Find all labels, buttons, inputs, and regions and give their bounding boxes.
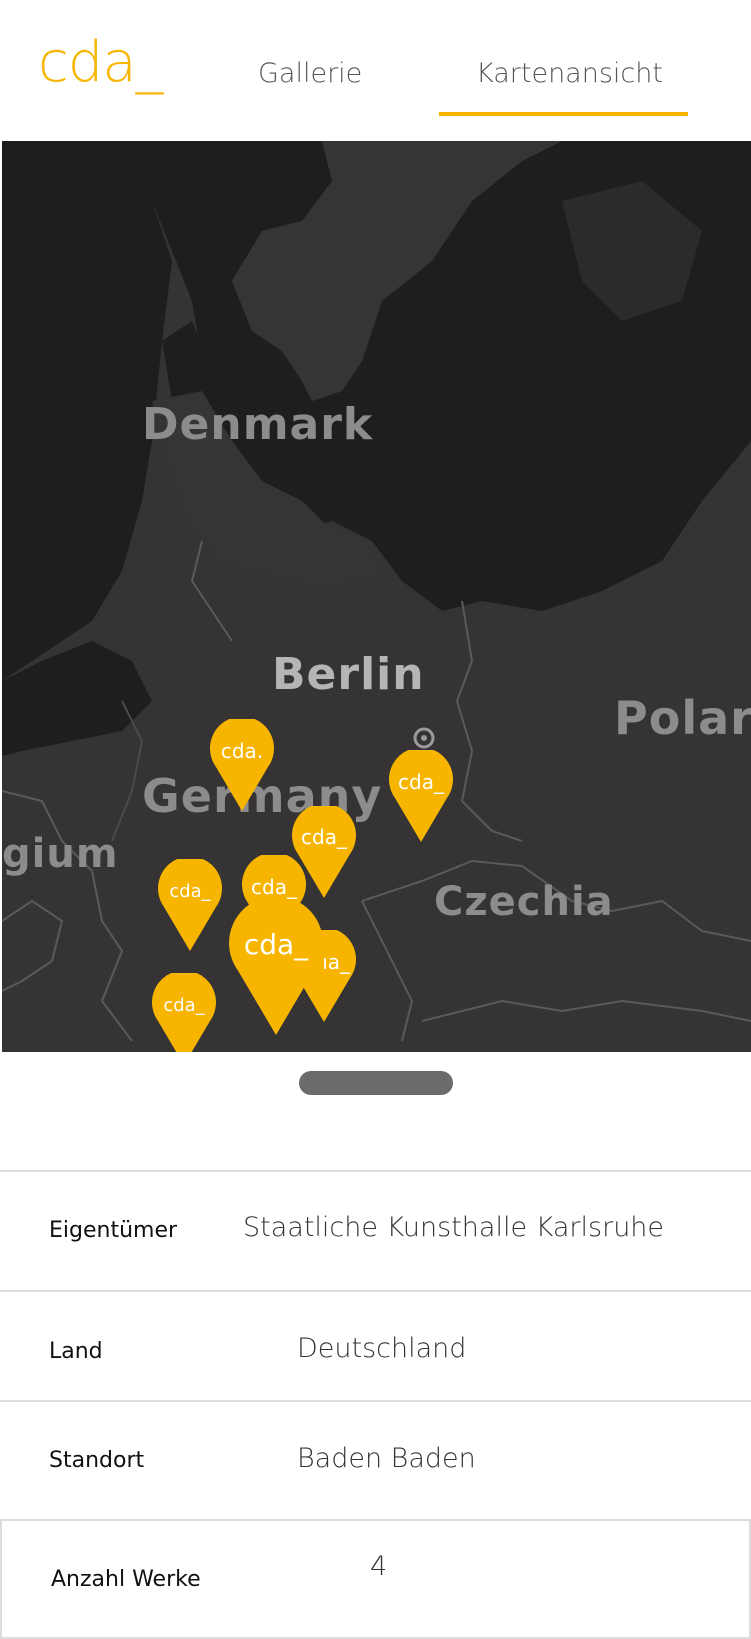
- detail-row-owner: Eigentümer Staatliche Kunsthalle Karlsru…: [0, 1170, 751, 1290]
- works-count-value: 4: [370, 1551, 388, 1582]
- map-label-belgium: gium: [2, 831, 119, 877]
- app-header: cda_ Gallerie Kartenansicht: [0, 0, 751, 141]
- location-value: Baden Baden: [297, 1443, 476, 1474]
- map-pin[interactable]: cda_: [389, 750, 453, 842]
- map-view[interactable]: Denmark Berlin Germany Polar gium Czechi…: [2, 141, 751, 1052]
- app-logo[interactable]: cda_: [38, 30, 164, 95]
- map-pin-large[interactable]: cda_: [229, 900, 323, 1035]
- bottom-sheet-header: [0, 1052, 751, 1170]
- owner-value: Staatliche Kunsthalle Karlsruhe: [243, 1212, 665, 1243]
- map-pin[interactable]: cda_: [158, 859, 222, 951]
- map-label-poland: Polar: [614, 691, 751, 745]
- detail-row-country: Land Deutschland: [0, 1290, 751, 1400]
- location-label: Standort: [49, 1448, 145, 1473]
- map-pin[interactable]: cda.: [210, 719, 274, 811]
- country-value: Deutschland: [297, 1333, 467, 1364]
- map-label-berlin: Berlin: [272, 649, 425, 700]
- tab-gallerie[interactable]: Gallerie: [258, 58, 362, 89]
- tab-kartenansicht[interactable]: Kartenansicht: [476, 58, 663, 89]
- map-pin[interactable]: cda_: [152, 973, 216, 1052]
- country-label: Land: [49, 1339, 103, 1364]
- drag-handle[interactable]: [299, 1071, 453, 1095]
- map-label-czechia: Czechia: [434, 879, 614, 925]
- works-count-label: Anzahl Werke: [51, 1567, 201, 1592]
- owner-label: Eigentümer: [49, 1218, 178, 1243]
- detail-row-location: Standort Baden Baden: [0, 1400, 751, 1520]
- active-tab-indicator: [439, 112, 688, 116]
- map-label-denmark: Denmark: [142, 399, 374, 450]
- detail-row-works-count: Anzahl Werke 4: [0, 1519, 751, 1639]
- map-terrain: [2, 141, 751, 1042]
